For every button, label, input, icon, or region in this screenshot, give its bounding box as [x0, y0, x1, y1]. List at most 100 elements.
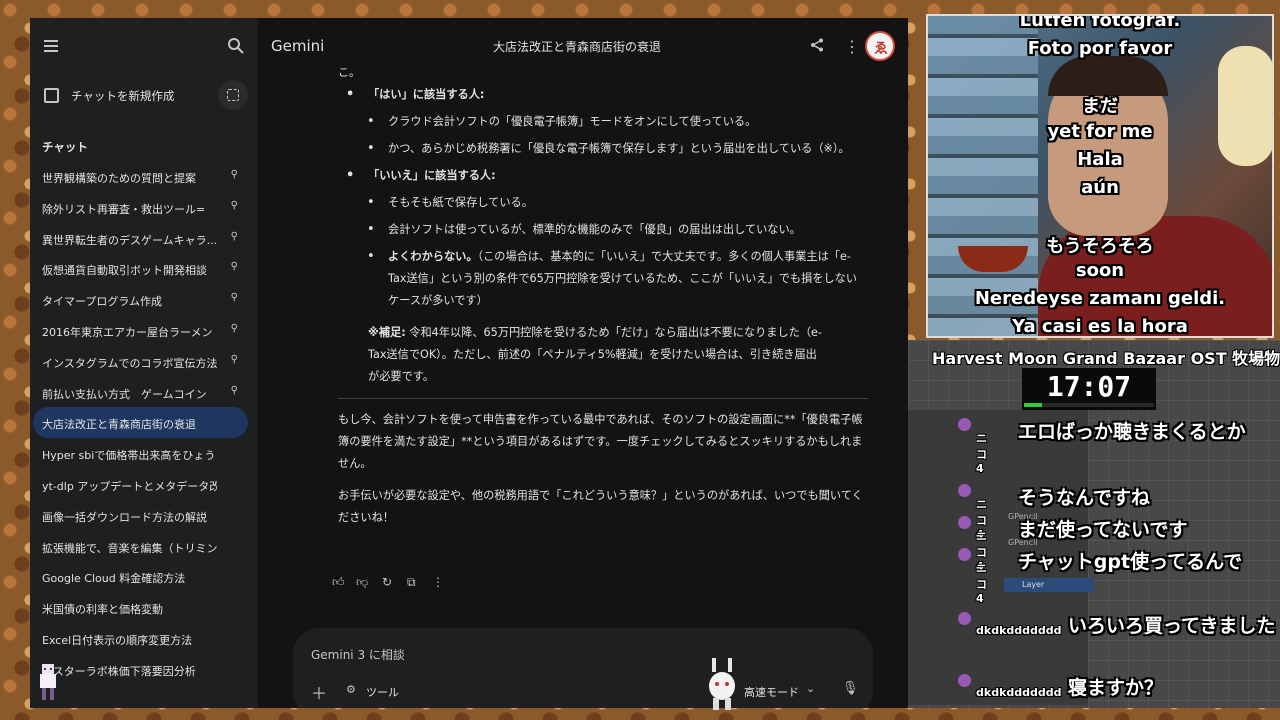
subtitle-line: Hala [1077, 149, 1123, 170]
prompt-input[interactable]: Gemini 3 に相談 ＋ ⚙ ツール 高速モード ⌄ 🎙︎ [293, 628, 873, 708]
more-icon[interactable]: ⋮ [432, 575, 444, 589]
pin-icon[interactable]: ⚲ [231, 354, 238, 365]
chat-item-label: 2016年東京エアカー屋台ラーメン [42, 325, 213, 339]
clock-widget: 17:07 [1022, 368, 1156, 410]
new-chat-button[interactable]: チャットを新規作成 [30, 80, 258, 112]
thumbs-up-icon[interactable]: 👍︎ [332, 575, 345, 590]
yes-heading: 「はい」に該当する人: [338, 84, 868, 106]
comment-text: 寝ますか？ [1068, 677, 1164, 699]
sidebar-chat-item[interactable]: 大店法改正と青森商店街の衰退 [33, 407, 248, 439]
sidebar-chat-item[interactable]: インスタグラムでのコラボ宣伝方法 ⚲ [33, 346, 248, 377]
comment-text: チャットgpt使ってるんで [1018, 551, 1243, 573]
sidebar-chat-item[interactable]: 2016年東京エアカー屋台ラーメン ⚲ [33, 315, 248, 346]
tools-icon[interactable]: ⚙ [346, 683, 356, 696]
temporary-chat-icon [227, 89, 239, 101]
pin-icon[interactable]: ⚲ [231, 385, 238, 396]
sidebar-chat-item[interactable]: yt-dlp アップデートとメタデータ改善 [33, 469, 248, 500]
chat-item-label: Google Cloud 料金確認方法 [42, 572, 186, 586]
user-avatar-icon [958, 516, 971, 529]
no-heading: 「いいえ」に該当する人: [338, 165, 868, 187]
chat-item-label: 画像一括ダウンロード方法の解説 [42, 510, 207, 524]
share-icon[interactable] [810, 38, 824, 52]
pin-icon[interactable]: ⚲ [231, 231, 238, 242]
sidebar-chat-item[interactable]: 仮想通貨自動取引ボット開発相談 ⚲ [33, 253, 248, 284]
sidebar-chat-item[interactable]: 除外リスト再審査・救出ツール= ⚲ [33, 192, 248, 223]
chat-item-label: 米国債の利率と価格変動 [42, 603, 163, 617]
pin-icon[interactable]: ⚲ [231, 169, 238, 180]
temporary-chat-button[interactable] [218, 80, 248, 110]
menu-icon[interactable] [44, 40, 58, 52]
edit-icon [44, 88, 59, 103]
pin-icon[interactable]: ⚲ [231, 292, 238, 303]
subtitle-line: yet for me [1047, 121, 1153, 142]
webcam-hair [1048, 56, 1168, 96]
thumbs-down-icon[interactable]: 👎︎ [356, 575, 368, 590]
regenerate-icon[interactable]: ↻ [382, 575, 392, 589]
layer-label: Layer [1022, 580, 1045, 589]
user-avatar-icon [958, 612, 971, 625]
comment-text: そうなんですね [1018, 487, 1151, 509]
pin-icon[interactable]: ⚲ [231, 200, 238, 211]
new-chat-label: チャットを新規作成 [71, 89, 175, 103]
clock-progress-fill [1024, 403, 1043, 407]
pin-icon[interactable]: ⚲ [231, 261, 238, 272]
paragraph: もし今、会計ソフトを使って申告書を作っている最中であれば、そのソフトの設定画面に… [338, 413, 863, 470]
sidebar-chat-item[interactable]: 米国債の利率と価格変動 [33, 592, 248, 623]
conversation-title: 大店法改正と青森商店街の衰退 [493, 40, 662, 54]
chat-item-label: タイマープログラム作成 [42, 295, 163, 309]
pixel-character-sprite [40, 664, 56, 700]
layer-row: Layer [1004, 578, 1094, 592]
chat-item-label: Excel日付表示の順序変更方法 [42, 633, 193, 647]
list-item: よくわからない。（この場合は、基本的に「いいえ」で大丈夫です。多くの個人事業主は… [338, 246, 868, 312]
chat-item-label: Hyper sbiで価格帯出来高をひょうじす... [42, 449, 217, 463]
avatar[interactable]: ゑ [865, 31, 895, 61]
sidebar-chat-item[interactable]: 画像一括ダウンロード方法の解説 [33, 500, 248, 531]
sidebar-chat-item[interactable]: タイマープログラム作成 ⚲ [33, 284, 248, 315]
prompt-placeholder: Gemini 3 に相談 [311, 648, 405, 662]
webcam-feed: Lütfen fotoğraf. Foto por favor まだ yet f… [926, 14, 1274, 338]
list-item: そもそも紙で保存している。 [338, 192, 868, 214]
sidebar-chat-item[interactable]: 前払い支払い方式 ゲームコイン ⚲ [33, 377, 248, 408]
brand-title[interactable]: Gemini [271, 37, 324, 55]
chat-list: 世界観構築のための質問と提案 ⚲ 除外リスト再審査・救出ツール= ⚲ 異世界転生者のデス… [30, 161, 258, 685]
subtitle-line: Lütfen fotoğraf. [1019, 14, 1181, 31]
sidebar-chat-item[interactable]: ンスターラボ株価下落要因分析 [33, 654, 248, 685]
main-panel: Gemini 大店法改正と青森商店街の衰退 ⋮ ゑ こ。 「はい」に該当する人:… [258, 18, 908, 708]
unsure-label: よくわからない。 [388, 250, 478, 263]
chat-item-label: 除外リスト再審査・救出ツール= [42, 202, 206, 216]
tools-button[interactable]: ツール [366, 684, 399, 700]
add-icon[interactable]: ＋ [311, 680, 327, 704]
sidebar-chat-item[interactable]: 世界観構築のための質問と提案 ⚲ [33, 161, 248, 192]
pin-icon[interactable]: ⚲ [231, 323, 238, 334]
response-content: こ。 「はい」に該当する人: クラウド会計ソフトの「優良電子帳簿」モードをオンに… [338, 66, 868, 539]
chat-item-label: 仮想通貨自動取引ボット開発相談 [42, 264, 207, 278]
chat-item-label: 世界観構築のための質問と提案 [42, 172, 196, 185]
list-item: クラウド会計ソフトの「優良電子帳簿」モードをオンにして使っている。 [338, 111, 868, 133]
chats-section-title: チャット [42, 140, 88, 154]
subtitle-line: Neredeyse zamanı geldi. [974, 288, 1226, 309]
user-avatar-icon [958, 418, 971, 431]
search-icon[interactable] [226, 36, 246, 56]
copy-icon[interactable]: ⧉ [407, 575, 416, 590]
sidebar-chat-item[interactable]: 拡張機能で、音楽を編集（トリミング... [33, 531, 248, 562]
sidebar-chat-item[interactable]: Google Cloud 料金確認方法 [33, 561, 248, 592]
microphone-icon[interactable]: 🎙︎ [842, 681, 859, 696]
more-options-icon[interactable]: ⋮ [844, 37, 860, 56]
comment-text: エロばっか聴きまくるとか [1018, 421, 1246, 443]
user-avatar-icon [958, 674, 971, 687]
chevron-down-icon[interactable]: ⌄ [806, 682, 815, 695]
response-actions: 👍︎ 👎︎ ↻ ⧉ ⋮ [332, 575, 452, 595]
user-avatar-icon [958, 484, 971, 497]
note-label: ※補足: [368, 326, 406, 339]
mode-selector[interactable]: 高速モード [744, 684, 799, 700]
sidebar-chat-item[interactable]: Excel日付表示の順序変更方法 [33, 623, 248, 654]
chat-item-label: ンスターラボ株価下落要因分析 [42, 664, 196, 678]
sidebar-chat-item[interactable]: Hyper sbiで価格帯出来高をひょうじす... [33, 438, 248, 469]
sidebar-top [30, 36, 258, 60]
subtitle-line: もうそろそろ [1046, 236, 1154, 257]
supplement-note: ※補足: 令和4年以降、65万円控除を受けるため「だけ」なら届出は不要になりまし… [338, 322, 868, 388]
sidebar-chat-item[interactable]: 異世界転生者のデスゲームキャラ... ⚲ [33, 223, 248, 254]
divider [338, 398, 868, 399]
chat-item-label: yt-dlp アップデートとメタデータ改善 [42, 479, 217, 493]
chat-item-label: 大店法改正と青森商店街の衰退 [42, 418, 196, 432]
